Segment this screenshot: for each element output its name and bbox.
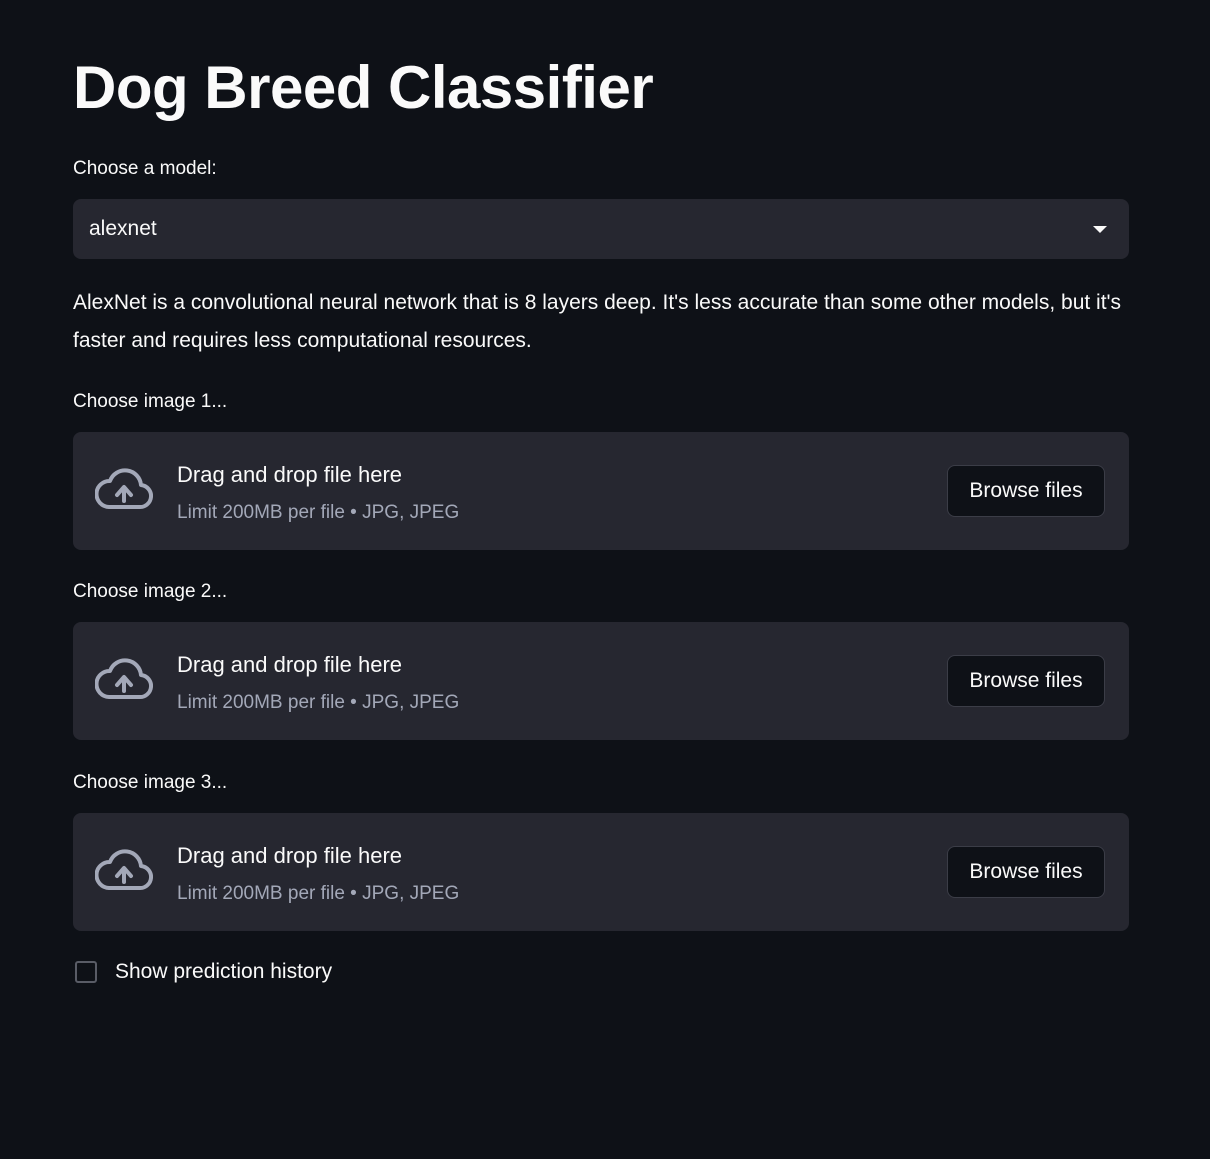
file-limit-text: Limit 200MB per file • JPG, JPEG <box>177 502 460 523</box>
model-select-label: Choose a model: <box>73 158 217 179</box>
file-limit-text: Limit 200MB per file • JPG, JPEG <box>177 692 460 713</box>
cloud-upload-icon <box>95 849 153 891</box>
chevron-down-icon[interactable] <box>1093 225 1107 233</box>
file-uploader-1[interactable]: Drag and drop file here Limit 200MB per … <box>73 432 1129 550</box>
uploader-3-label: Choose image 3... <box>73 772 228 793</box>
browse-files-button-1[interactable]: Browse files <box>947 465 1105 517</box>
history-checkbox[interactable] <box>75 961 97 983</box>
model-select[interactable]: alexnet <box>73 199 1129 259</box>
cloud-upload-icon <box>95 468 153 510</box>
browse-files-button-3[interactable]: Browse files <box>947 846 1105 898</box>
file-limit-text: Limit 200MB per file • JPG, JPEG <box>177 883 460 904</box>
model-description: AlexNet is a convolutional neural networ… <box>73 291 1122 352</box>
uploader-1-label: Choose image 1... <box>73 391 228 412</box>
file-uploader-2[interactable]: Drag and drop file here Limit 200MB per … <box>73 622 1129 740</box>
drop-zone-text: Drag and drop file here <box>177 843 403 868</box>
show-history-toggle[interactable]: Show prediction history <box>75 960 332 984</box>
history-checkbox-label: Show prediction history <box>115 960 333 983</box>
model-select-value: alexnet <box>89 217 157 240</box>
drop-zone-text: Drag and drop file here <box>177 652 403 677</box>
cloud-upload-icon <box>95 658 153 700</box>
file-uploader-3[interactable]: Drag and drop file here Limit 200MB per … <box>73 813 1129 931</box>
uploader-2-label: Choose image 2... <box>73 581 228 602</box>
drop-zone-text: Drag and drop file here <box>177 462 403 487</box>
page-title: Dog Breed Classifier <box>73 54 654 121</box>
browse-files-button-2[interactable]: Browse files <box>947 655 1105 707</box>
